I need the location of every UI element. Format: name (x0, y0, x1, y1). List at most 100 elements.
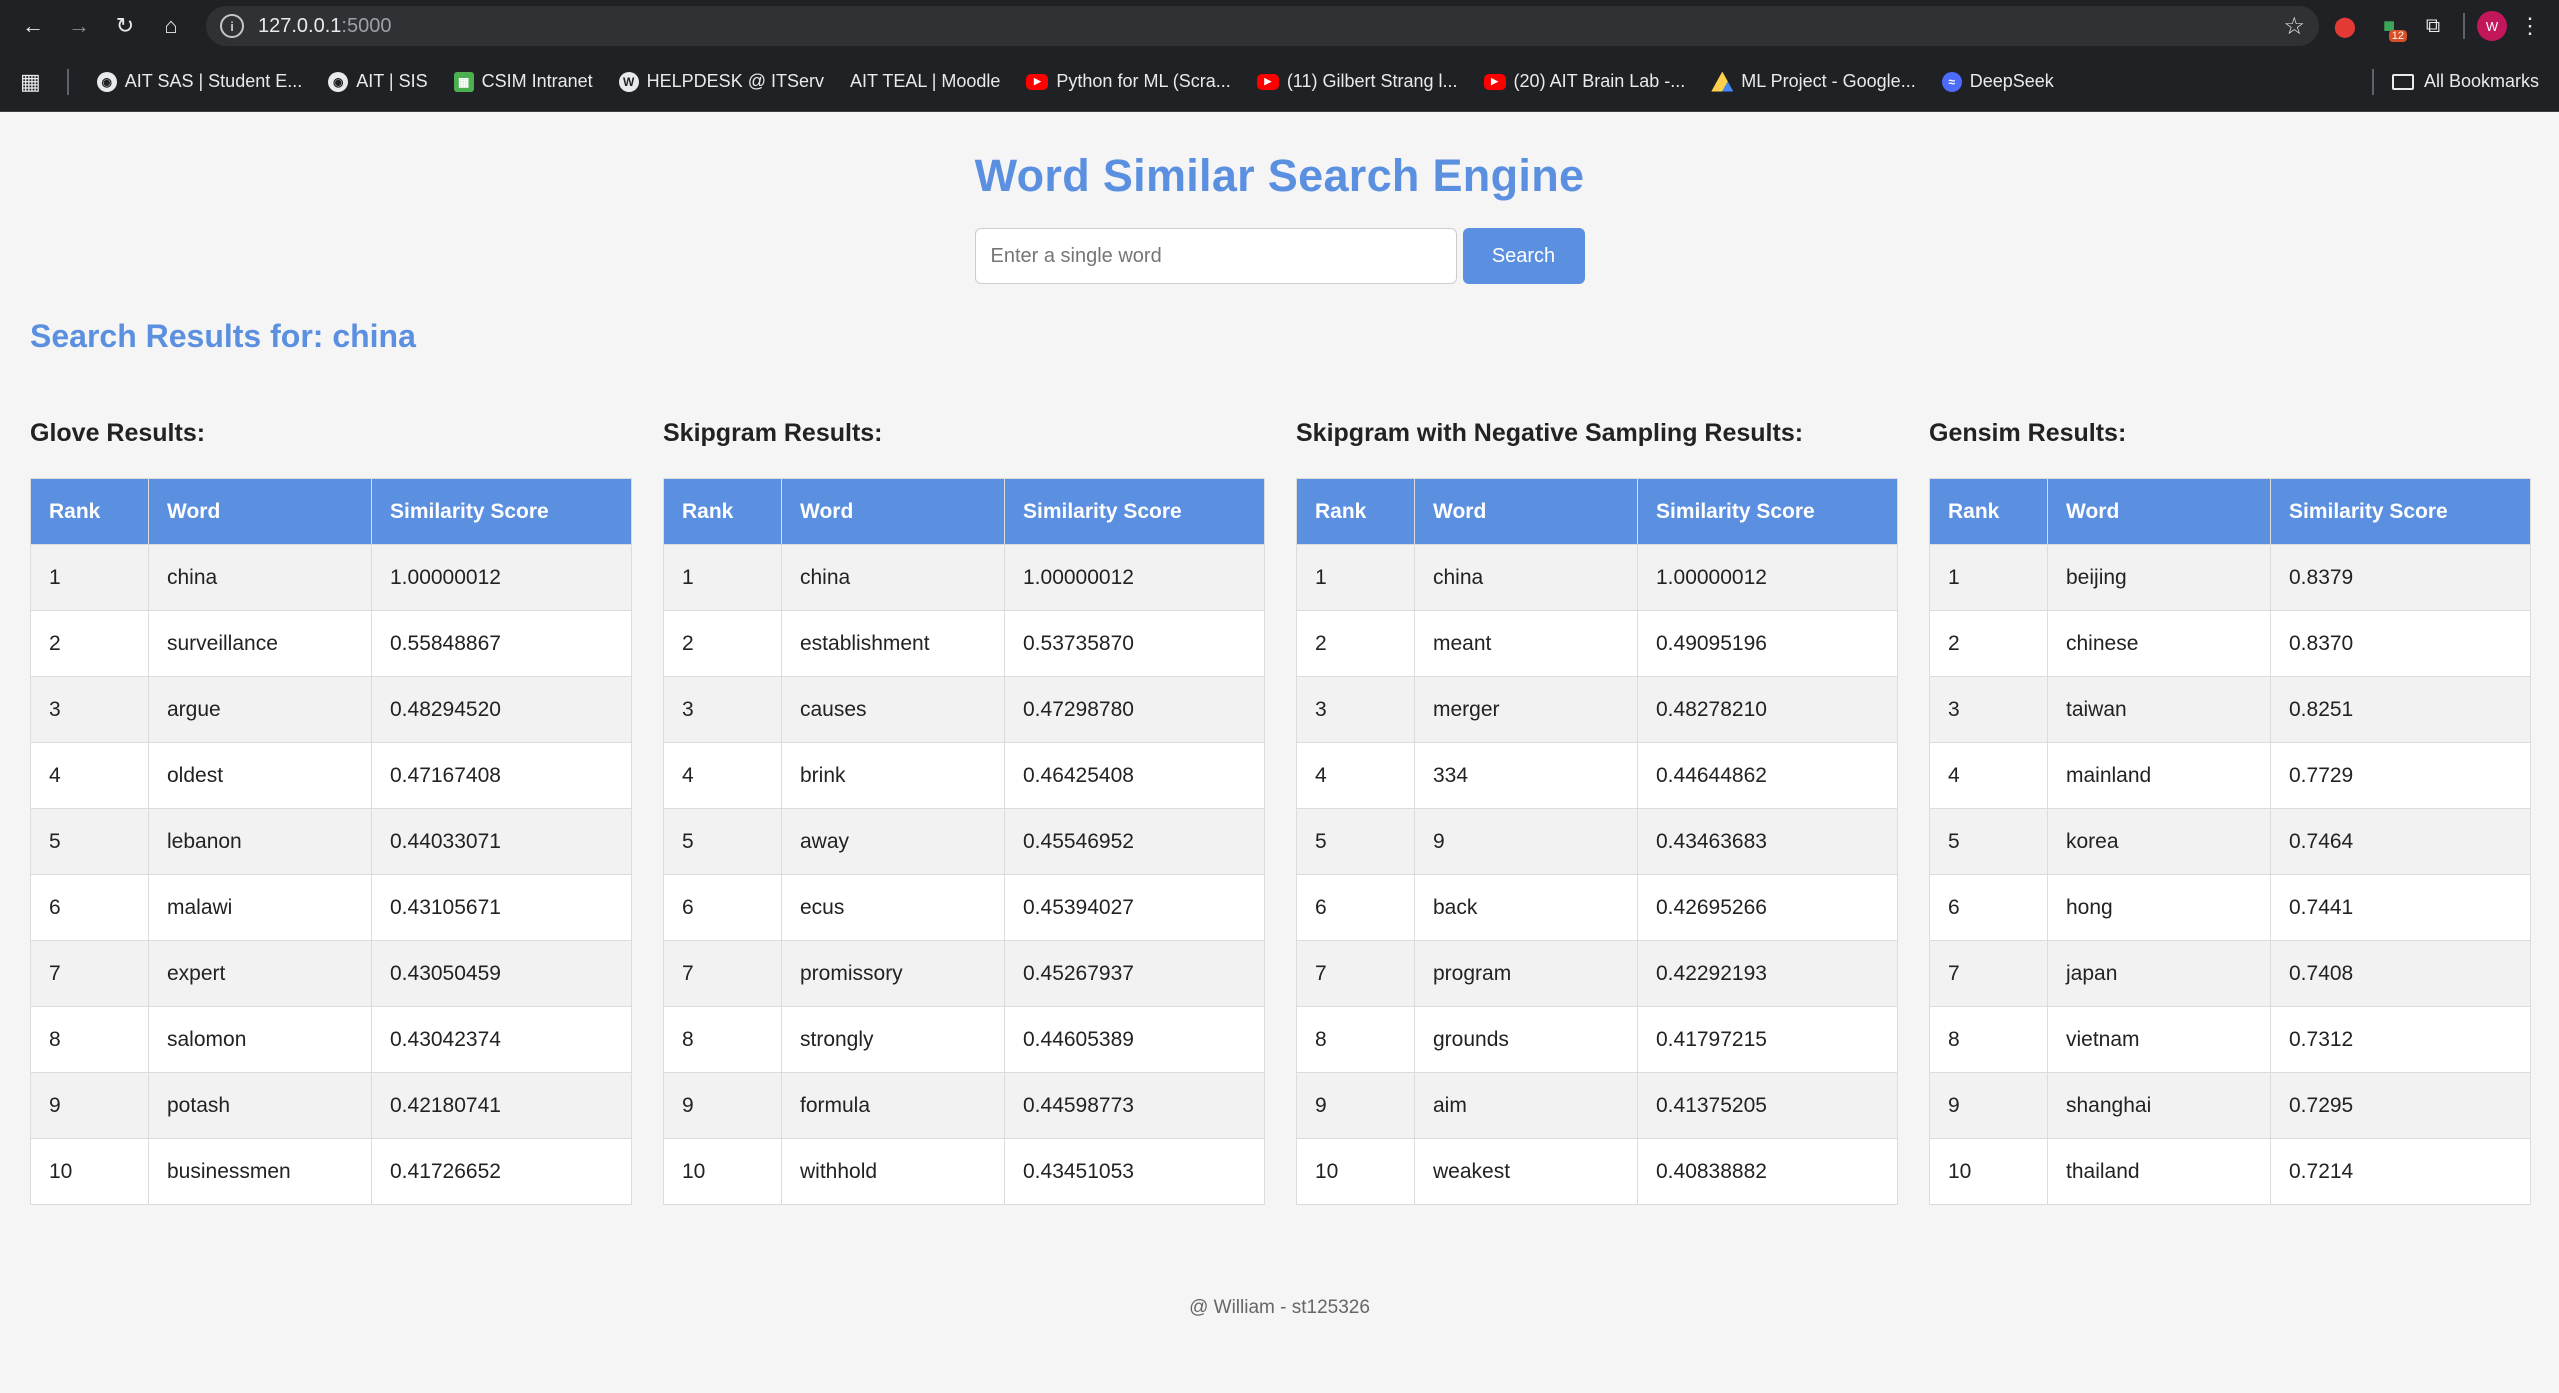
footer: @ William - st125326 (1189, 1297, 1370, 1318)
table-header-row: Rank Word Similarity Score (663, 478, 1265, 545)
table-row: 7 promissory 0.45267937 (663, 940, 1265, 1007)
rank-cell: 9 (1929, 1072, 2048, 1139)
bookmark-item[interactable]: ▶ Python for ML (Scra... (1016, 71, 1240, 92)
bookmark-item[interactable]: ▶ (20) AIT Brain Lab -... (1474, 71, 1696, 92)
word-cell: thailand (2047, 1138, 2271, 1205)
rank-cell: 3 (30, 676, 149, 743)
table-row: 2 chinese 0.8370 (1929, 610, 2531, 677)
bookmark-item[interactable]: W HELPDESK @ ITServ (609, 71, 834, 92)
results-tables: Glove Results: Rank Word Similarity Score 1 c… (30, 419, 2531, 1205)
score-cell: 0.8251 (2270, 676, 2531, 743)
rank-cell: 9 (1296, 1072, 1415, 1139)
table-row: 8 vietnam 0.7312 (1929, 1006, 2531, 1073)
extensions-puzzle-icon[interactable]: ⧉ (2415, 8, 2451, 44)
site-info-icon[interactable]: i (220, 14, 244, 38)
table-row: 1 beijing 0.8379 (1929, 544, 2531, 611)
word-cell: beijing (2047, 544, 2271, 611)
url-port: :5000 (341, 14, 392, 37)
rank-cell: 7 (663, 940, 782, 1007)
bookmark-list: ◉ AIT SAS | Student E... ◉ AIT | SIS ▦ CSIM I… (87, 71, 2064, 92)
forward-icon[interactable]: → (60, 7, 98, 45)
table-row: 8 salomon 0.43042374 (30, 1006, 632, 1073)
rank-cell: 5 (1296, 808, 1415, 875)
word-cell: establishment (781, 610, 1005, 677)
extension-badge: 12 (2388, 30, 2407, 42)
bookmark-item[interactable]: ML Project - Google... (1701, 71, 1925, 92)
bookmark-star-icon[interactable]: ☆ (2283, 12, 2305, 41)
score-cell: 0.7214 (2270, 1138, 2531, 1205)
rank-cell: 3 (663, 676, 782, 743)
score-cell: 0.43042374 (371, 1006, 632, 1073)
reload-icon[interactable]: ↻ (106, 7, 144, 45)
column-header: Word (781, 478, 1005, 545)
rank-cell: 9 (663, 1072, 782, 1139)
table-header-row: Rank Word Similarity Score (1296, 478, 1898, 545)
home-icon[interactable]: ⌂ (152, 7, 190, 45)
profile-avatar[interactable]: W (2477, 11, 2507, 41)
extension-red-icon[interactable]: ⬤ (2327, 8, 2363, 44)
bookmark-item[interactable]: AIT TEAL | Moodle (840, 71, 1010, 92)
table-row: 3 merger 0.48278210 (1296, 676, 1898, 743)
bookmark-item[interactable]: ▶ (11) Gilbert Strang l... (1247, 71, 1468, 92)
bookmark-item[interactable]: ≈ DeepSeek (1932, 71, 2064, 92)
column-header: Rank (1296, 478, 1415, 545)
score-cell: 0.7408 (2270, 940, 2531, 1007)
score-cell: 0.41797215 (1637, 1006, 1898, 1073)
word-cell: program (1414, 940, 1638, 1007)
table-row: 4 mainland 0.7729 (1929, 742, 2531, 809)
table-row: 8 grounds 0.41797215 (1296, 1006, 1898, 1073)
word-cell: korea (2047, 808, 2271, 875)
table-row: 2 establishment 0.53735870 (663, 610, 1265, 677)
column-header: Similarity Score (371, 478, 632, 545)
score-cell: 0.8370 (2270, 610, 2531, 677)
table-row: 9 potash 0.42180741 (30, 1072, 632, 1139)
results-table: Rank Word Similarity Score 1 china 1.00000012… (663, 478, 1265, 1205)
youtube-icon: ▶ (1483, 73, 1506, 90)
table-row: 6 back 0.42695266 (1296, 874, 1898, 941)
rank-cell: 7 (1296, 940, 1415, 1007)
table-row: 3 taiwan 0.8251 (1929, 676, 2531, 743)
table-row: 10 businessmen 0.41726652 (30, 1138, 632, 1205)
column-header: Similarity Score (1004, 478, 1265, 545)
score-cell: 1.00000012 (1004, 544, 1265, 611)
extension-green-icon[interactable]: ■ 12 (2371, 8, 2407, 44)
rank-cell: 1 (663, 544, 782, 611)
bookmark-item[interactable]: ◉ AIT SAS | Student E... (87, 71, 312, 92)
word-cell: oldest (148, 742, 372, 809)
search-button[interactable]: Search (1462, 228, 1585, 284)
bookmark-label: AIT TEAL | Moodle (849, 71, 1001, 91)
rank-cell: 6 (1929, 874, 2048, 941)
table-row: 7 program 0.42292193 (1296, 940, 1898, 1007)
apps-grid-icon[interactable]: ▦ (20, 69, 41, 95)
all-bookmarks[interactable]: All Bookmarks (2391, 71, 2539, 92)
back-icon[interactable]: ← (14, 7, 52, 45)
score-cell: 0.7464 (2270, 808, 2531, 875)
word-cell: merger (1414, 676, 1638, 743)
rank-cell: 10 (1296, 1138, 1415, 1205)
globe-icon: ◉ (96, 71, 117, 92)
address-bar[interactable]: i 127.0.0.1:5000 ☆ (206, 6, 2319, 46)
bookmark-item[interactable]: ▦ CSIM Intranet (444, 71, 603, 92)
bookmark-label: Python for ML (Scra... (1056, 71, 1231, 91)
drive-icon (1711, 71, 1734, 92)
table-row: 10 thailand 0.7214 (1929, 1138, 2531, 1205)
bookmark-item[interactable]: ◉ AIT | SIS (318, 71, 437, 92)
csim-icon: ▦ (453, 71, 474, 92)
score-cell: 0.43105671 (371, 874, 632, 941)
bookmarks-divider (66, 68, 69, 95)
bookmark-label: HELPDESK @ ITServ (646, 71, 824, 91)
word-cell: businessmen (148, 1138, 372, 1205)
table-row: 9 formula 0.44598773 (663, 1072, 1265, 1139)
menu-kebab-icon[interactable]: ⋮ (2515, 13, 2545, 39)
model-results: Skipgram with Negative Sampling Results:… (1296, 419, 1898, 1205)
search-input[interactable] (974, 228, 1457, 284)
word-cell: taiwan (2047, 676, 2271, 743)
word-cell: vietnam (2047, 1006, 2271, 1073)
bookmark-label: AIT SAS | Student E... (124, 71, 303, 91)
score-cell: 0.44644862 (1637, 742, 1898, 809)
table-row: 8 strongly 0.44605389 (663, 1006, 1265, 1073)
model-title: Skipgram with Negative Sampling Results: (1296, 419, 1804, 447)
score-cell: 1.00000012 (371, 544, 632, 611)
score-cell: 0.55848867 (371, 610, 632, 677)
column-header: Similarity Score (1637, 478, 1898, 545)
